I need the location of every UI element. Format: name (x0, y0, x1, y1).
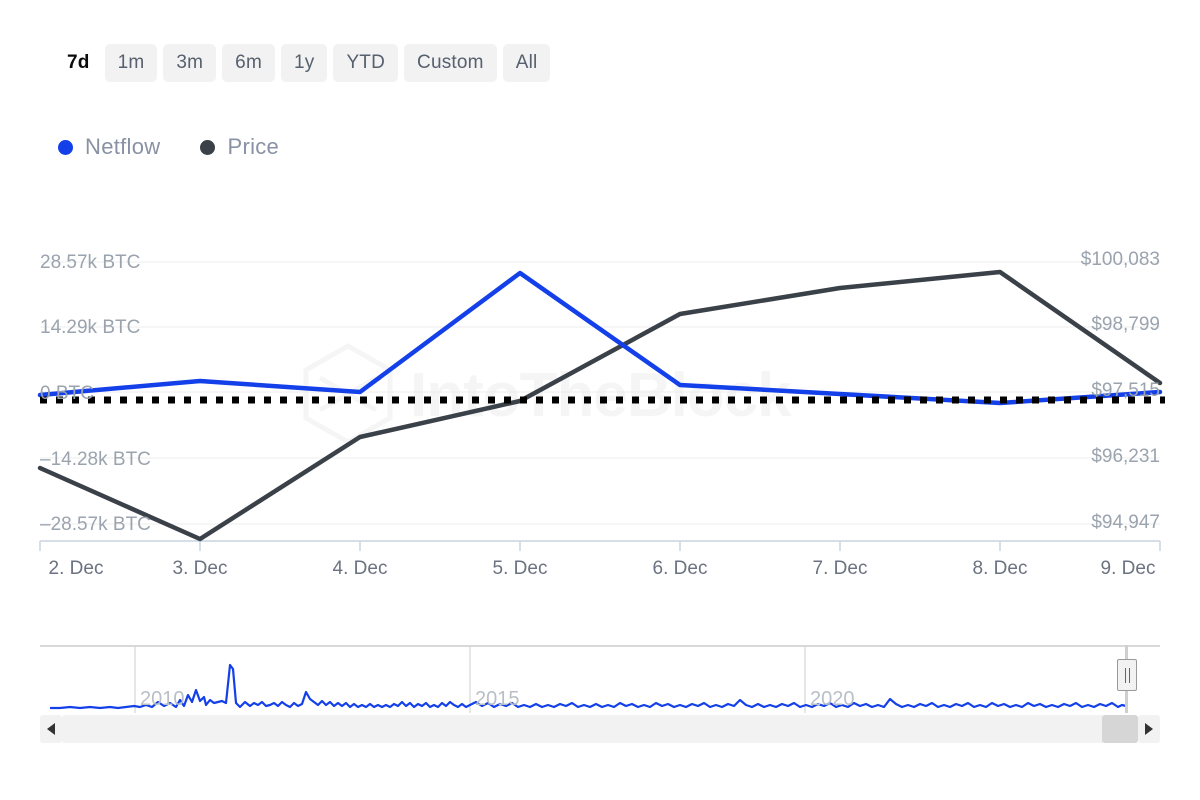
navigator-year-2015: 2015 (475, 688, 520, 710)
chart-svg (37, 261, 1165, 551)
scrollbar-left-button[interactable] (40, 715, 62, 743)
navigator-right-handle[interactable] (1117, 659, 1137, 691)
x-axis-tick-1: 3. Dec (172, 558, 228, 579)
handle-grip-line-2 (1128, 667, 1130, 683)
y-axis-right-tick-2: $97,515 (1091, 380, 1160, 401)
x-axis-line (39, 540, 1161, 551)
y-axis-left-tick-4: –28.57k BTC (40, 514, 151, 535)
x-axis-tick-3: 5. Dec (492, 558, 548, 579)
x-axis-tick-4: 6. Dec (652, 558, 708, 579)
x-axis-tick-7: 9. Dec (1100, 558, 1156, 579)
navigator-year-2010: 2010 (140, 688, 185, 710)
y-axis-left-tick-3: –14.28k BTC (40, 449, 151, 470)
chart-screenshot: 7d 1m 3m 6m 1y YTD Custom All Netflow Pr… (0, 0, 1200, 800)
series-line-netflow (37, 270, 1163, 406)
y-axis-right-tick-0: $100,083 (1080, 249, 1160, 270)
y-axis-right-tick-3: $96,231 (1091, 446, 1160, 467)
y-axis-left-tick-1: 14.29k BTC (40, 317, 141, 338)
navigator-series-line (50, 663, 1127, 710)
scrollbar-right-button[interactable] (1138, 715, 1160, 743)
gridlines (40, 261, 1160, 525)
x-axis-tick-2: 4. Dec (332, 558, 388, 579)
scrollbar-track[interactable] (62, 715, 1138, 743)
y-axis-left-tick-2: 0 BTC (40, 383, 94, 404)
y-axis-right-tick-4: $94,947 (1091, 512, 1160, 533)
arrow-right-icon (1145, 723, 1153, 735)
series-line-price (37, 269, 1163, 542)
x-axis-tick-5: 7. Dec (812, 558, 868, 579)
x-axis-tick-6: 8. Dec (972, 558, 1028, 579)
y-axis-left-tick-0: 28.57k BTC (40, 252, 141, 273)
x-axis-tick-0: 2. Dec (48, 558, 104, 579)
chart-navigator[interactable]: 2010 2015 2020 (40, 645, 1160, 713)
handle-grip-line-1 (1124, 667, 1126, 683)
scrollbar-thumb[interactable] (1102, 715, 1138, 743)
navigator-year-2020: 2020 (810, 688, 855, 710)
chart-scrollbar[interactable] (40, 715, 1160, 743)
arrow-left-icon (47, 723, 55, 735)
y-axis-right-tick-1: $98,799 (1091, 314, 1160, 335)
navigator-svg (40, 645, 1160, 713)
